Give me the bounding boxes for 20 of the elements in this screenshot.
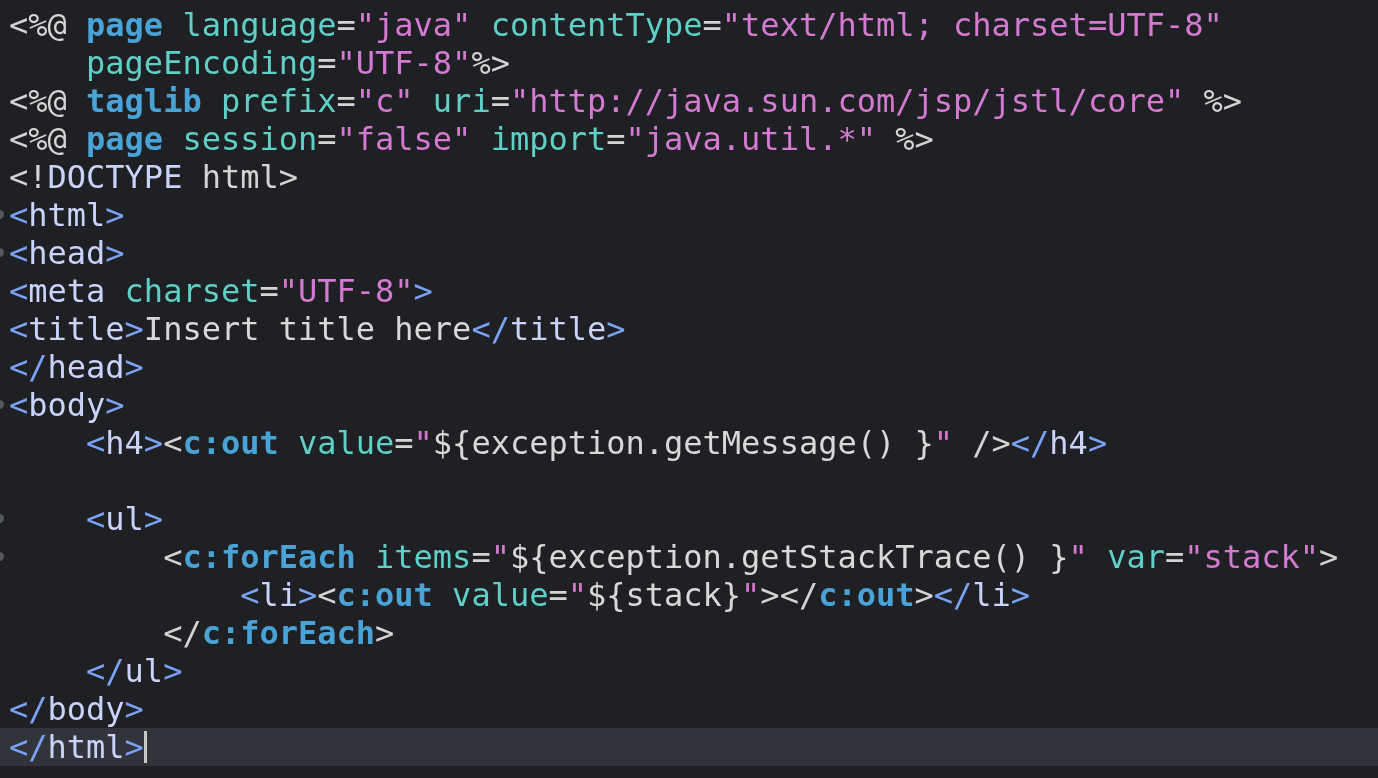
code-line: <%@ page language="java" contentType="text/html; charset=UTF-8" [9, 6, 1223, 44]
code-line: <li><c:out value="${stack}"></c:out></li> [239, 576, 1031, 614]
code-line: <!DOCTYPE html> [9, 158, 298, 196]
code-line: <meta charset="UTF-8"> [9, 272, 433, 310]
code-line: </head> [9, 348, 144, 386]
code-line: <head> [9, 234, 125, 272]
code-line: </html> [9, 728, 144, 766]
code-line: <%@ taglib prefix="c" uri="http://java.sun.com/jsp/jstl/core" %> [9, 82, 1242, 120]
code-line: <%@ page session="false" import="java.util.*" %> [9, 120, 934, 158]
code-line: </body> [9, 690, 144, 728]
code-line: <html> [9, 196, 125, 234]
code-line: </c:forEach> [162, 614, 395, 652]
code-line: <c:forEach items="${exception.getStackTrace() }" var="stack"> [162, 538, 1339, 576]
code-line: <body> [9, 386, 125, 424]
code-line: pageEncoding="UTF-8"%> [85, 44, 510, 82]
text-cursor [143, 731, 147, 763]
code-line: <title>Insert title here</title> [9, 310, 626, 348]
code-line: <ul> [85, 500, 164, 538]
code-line: </ul> [85, 652, 183, 690]
code-line: <h4><c:out value="${exception.getMessage() }" /></h4> [85, 424, 1108, 462]
